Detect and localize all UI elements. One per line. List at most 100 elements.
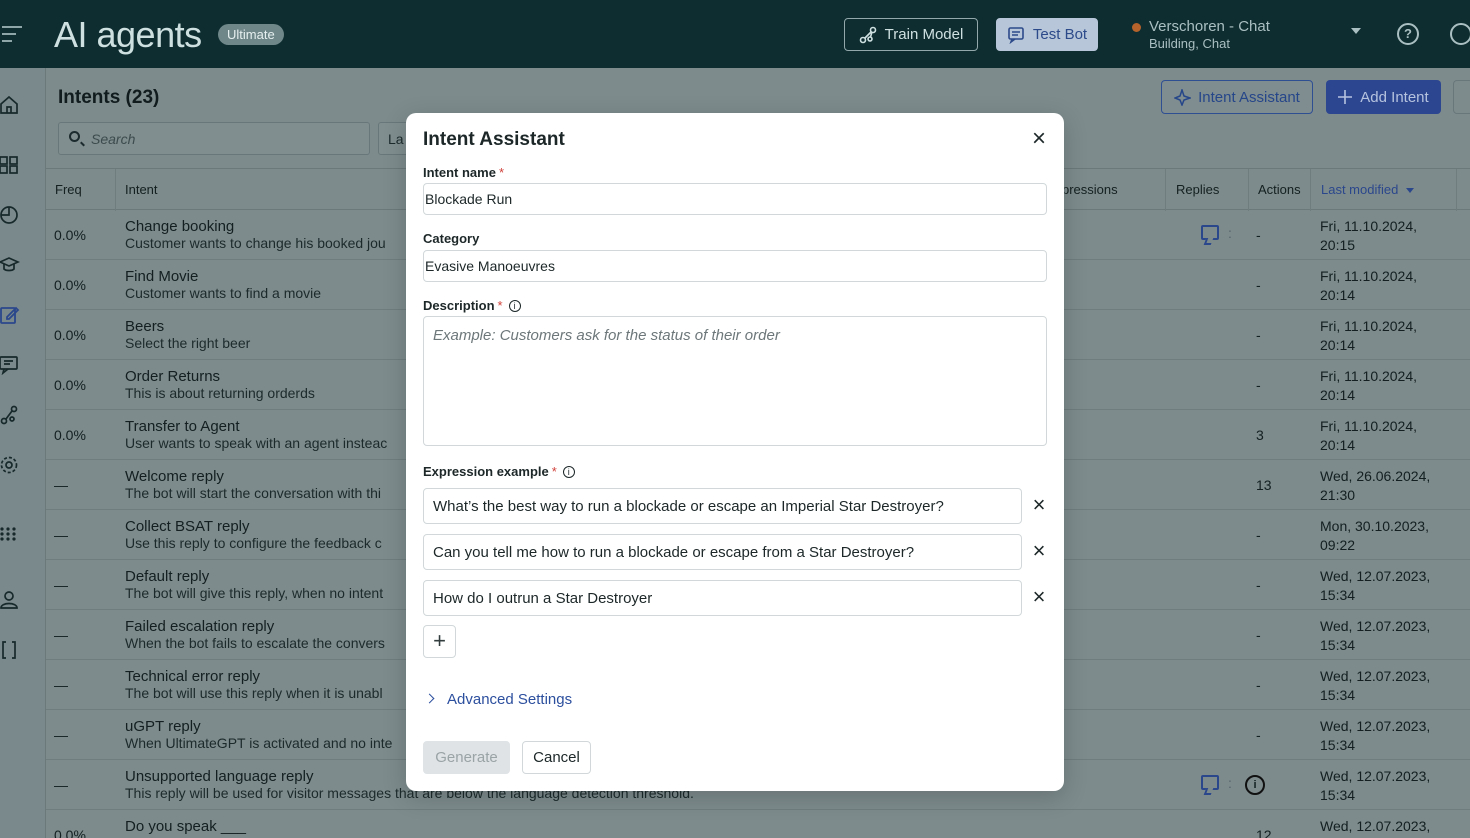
col-intent[interactable]: Intent <box>125 182 158 197</box>
expression-example-label: Expression example * i <box>423 464 575 479</box>
intent-assistant-label: Intent Assistant <box>1198 88 1300 106</box>
row-date: Wed, 26.06.2024, <box>1320 468 1431 484</box>
row-description: User wants to speak with an agent instea… <box>125 435 388 451</box>
settings-gear-icon[interactable] <box>0 455 20 475</box>
row-last-modified: Wed, 12.07.2023, 15:34 <box>1320 667 1430 705</box>
cancel-button[interactable]: Cancel <box>522 741 591 774</box>
col-freq[interactable]: Freq <box>55 182 82 197</box>
row-date: Wed, 12.07.2023, <box>1320 718 1431 734</box>
description-label-text: Description <box>423 298 495 313</box>
help-icon[interactable]: ? <box>1397 23 1419 45</box>
row-last-modified: Wed, 12.07.2023, <box>1320 817 1430 836</box>
add-expression-button[interactable]: + <box>423 625 456 658</box>
intents-edit-icon[interactable] <box>0 305 20 325</box>
close-icon[interactable]: × <box>1028 127 1050 151</box>
column-divider <box>1248 169 1249 211</box>
reply-more-icon[interactable]: : <box>1228 775 1232 791</box>
row-time: 20:15 <box>1320 237 1356 253</box>
row-title: uGPT reply <box>125 718 201 735</box>
account-status: Building, Chat <box>1149 36 1230 51</box>
chevron-down-icon[interactable] <box>1351 28 1361 34</box>
row-freq: — <box>54 577 68 593</box>
reply-icon[interactable] <box>1201 775 1219 790</box>
intent-assistant-button[interactable]: Intent Assistant <box>1161 80 1313 114</box>
advanced-settings-toggle[interactable]: Advanced Settings <box>424 691 572 708</box>
expression-input[interactable]: Can you tell me how to run a blockade or… <box>423 534 1022 570</box>
row-freq: 0.0% <box>54 227 86 243</box>
column-divider <box>1310 169 1311 211</box>
row-actions: 13 <box>1256 477 1272 493</box>
user-profile-icon[interactable] <box>1450 23 1470 45</box>
description-textarea[interactable]: Example: Customers ask for the status of… <box>423 316 1047 446</box>
row-description: When UltimateGPT is activated and no int… <box>125 735 393 751</box>
category-input[interactable]: Evasive Manoeuvres <box>423 250 1047 282</box>
table-row[interactable]: 0.0% Do you speak ___ 12 Wed, 12.07.2023… <box>46 810 1470 838</box>
row-time: 21:30 <box>1320 487 1356 503</box>
reply-icon[interactable] <box>1201 225 1219 240</box>
row-actions: - <box>1256 527 1261 543</box>
expression-input[interactable]: How do I outrun a Star Destroyer <box>423 580 1022 616</box>
search-input[interactable]: Search <box>58 122 370 155</box>
dashboard-icon[interactable] <box>0 155 20 175</box>
row-last-modified: Fri, 11.10.2024, 20:14 <box>1320 267 1417 305</box>
row-time: 15:34 <box>1320 737 1356 753</box>
apps-grid-icon[interactable] <box>0 524 20 544</box>
row-actions: 3 <box>1256 427 1264 443</box>
row-last-modified: Fri, 11.10.2024, 20:14 <box>1320 367 1417 405</box>
row-freq: — <box>54 477 68 493</box>
generate-button[interactable]: Generate <box>423 741 510 774</box>
row-last-modified: Fri, 11.10.2024, 20:14 <box>1320 417 1417 455</box>
row-time: 15:34 <box>1320 637 1356 653</box>
row-description: Customer wants to change his booked jou <box>125 235 386 251</box>
col-replies[interactable]: Replies <box>1176 182 1219 197</box>
category-label: Category <box>423 231 480 246</box>
row-title: Default reply <box>125 568 210 585</box>
intent-name-input[interactable]: Blockade Run <box>423 183 1047 215</box>
row-freq: — <box>54 677 68 693</box>
col-last-modified[interactable]: Last modified <box>1321 182 1414 197</box>
add-intent-button[interactable]: Add Intent <box>1326 80 1441 114</box>
row-actions: - <box>1256 377 1261 393</box>
col-expressions[interactable]: pressions <box>1062 182 1118 197</box>
info-icon[interactable]: i <box>562 466 575 478</box>
col-actions[interactable]: Actions <box>1258 182 1301 197</box>
flows-icon[interactable] <box>0 405 20 425</box>
test-bot-button[interactable]: Test Bot <box>996 18 1098 51</box>
row-freq: 0.0% <box>54 427 86 443</box>
reply-more-icon[interactable]: : <box>1228 225 1232 241</box>
expression-input[interactable]: What’s the best way to run a blockade or… <box>423 488 1022 524</box>
training-icon[interactable] <box>0 255 21 275</box>
remove-expression-icon[interactable]: × <box>1029 586 1049 608</box>
row-title: Do you speak ___ <box>125 818 246 835</box>
search-placeholder: Search <box>91 131 136 147</box>
users-icon[interactable] <box>0 590 20 610</box>
add-intent-label: Add Intent <box>1360 88 1429 106</box>
info-icon[interactable]: i <box>1245 775 1265 795</box>
menu-toggle-icon[interactable] <box>2 26 22 42</box>
row-actions: - <box>1256 577 1261 593</box>
more-options-button[interactable] <box>1453 80 1470 114</box>
plus-icon <box>1338 90 1353 104</box>
row-actions: - <box>1256 677 1261 693</box>
row-date: Fri, 11.10.2024, <box>1320 268 1418 284</box>
chevron-right-icon <box>424 693 435 704</box>
analytics-icon[interactable] <box>0 205 20 225</box>
remove-expression-icon[interactable]: × <box>1029 494 1049 516</box>
train-model-button[interactable]: Train Model <box>844 18 978 51</box>
test-bot-label: Test Bot <box>1032 26 1088 43</box>
row-description: When the bot fails to escalate the conve… <box>125 635 385 651</box>
remove-expression-icon[interactable]: × <box>1029 540 1049 562</box>
row-date: Fri, 11.10.2024, <box>1320 418 1418 434</box>
row-last-modified: Mon, 30.10.2023, 09:22 <box>1320 517 1429 555</box>
row-actions: - <box>1256 627 1261 643</box>
home-icon[interactable] <box>0 95 20 115</box>
row-title: Order Returns <box>125 368 221 385</box>
info-icon[interactable]: i <box>508 300 521 312</box>
row-title: Technical error reply <box>125 668 261 685</box>
required-marker: * <box>551 464 557 479</box>
replies-icon[interactable] <box>0 355 20 376</box>
code-braces-icon[interactable] <box>0 640 20 660</box>
expression-label-text: Expression example <box>423 464 549 479</box>
row-date: Wed, 12.07.2023, <box>1320 618 1431 634</box>
status-dot <box>1132 23 1141 32</box>
